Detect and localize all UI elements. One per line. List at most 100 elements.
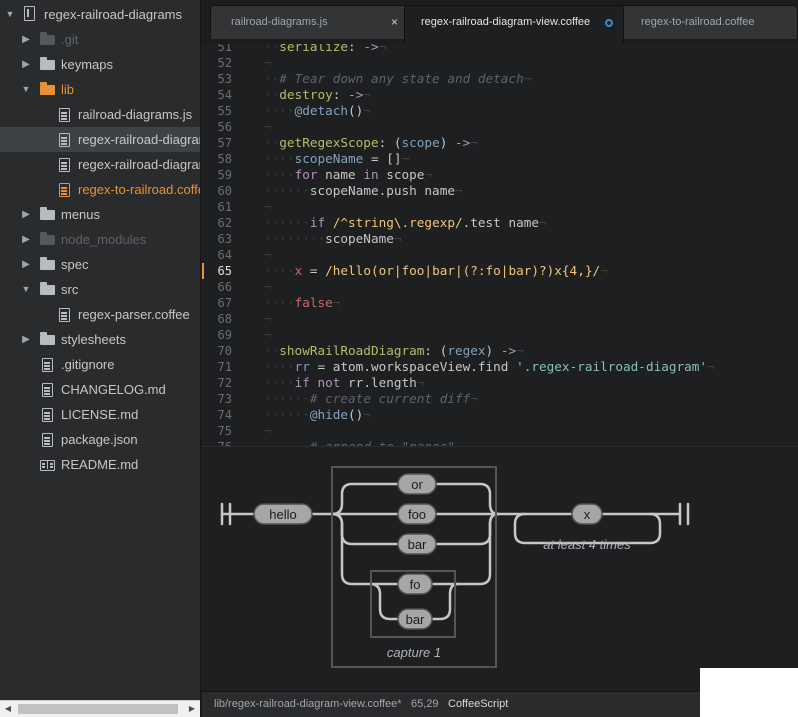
line-number[interactable]: 73 xyxy=(202,391,232,407)
tree-folder[interactable]: ▶ stylesheets xyxy=(0,327,200,352)
chevron-right-icon[interactable]: ▶ xyxy=(20,202,32,227)
status-grammar[interactable]: CoffeeScript xyxy=(448,692,508,717)
code-token: ······ xyxy=(264,183,310,198)
line-number[interactable]: 66 xyxy=(202,279,232,295)
code-line[interactable]: ········scopeName¬ xyxy=(264,231,402,247)
tab-regex-railroad-diagram-view-coffee[interactable]: regex-railroad-diagram-view.coffee xyxy=(404,5,624,44)
chevron-right-icon[interactable]: ▶ xyxy=(20,52,32,77)
file-icon xyxy=(40,407,56,423)
file-icon xyxy=(40,382,56,398)
code-line[interactable]: ····rr = atom.workspaceView.find '.regex… xyxy=(264,359,715,375)
line-number[interactable]: 75 xyxy=(202,423,232,439)
code-line[interactable]: ······# append to "panes"¬ xyxy=(264,439,463,446)
chevron-right-icon[interactable]: ▶ xyxy=(20,327,32,352)
line-number[interactable]: 55 xyxy=(202,103,232,119)
code-line[interactable]: ¬ xyxy=(264,327,272,343)
tree-file[interactable]: .gitignore xyxy=(0,352,200,377)
line-number[interactable]: 74 xyxy=(202,407,232,423)
line-number[interactable]: 64 xyxy=(202,247,232,263)
tree-folder[interactable]: ▶ node_modules xyxy=(0,227,200,252)
tree-file[interactable]: LICENSE.md xyxy=(0,402,200,427)
code-line[interactable]: ··# Tear down any state and detach¬ xyxy=(264,71,531,87)
close-icon[interactable]: × xyxy=(391,6,398,39)
tree-file[interactable]: regex-railroad-diagram-view.coffee xyxy=(0,127,200,152)
folder-icon xyxy=(40,207,56,223)
line-number[interactable]: 59 xyxy=(202,167,232,183)
line-number[interactable]: 56 xyxy=(202,119,232,135)
tree-folder[interactable]: ▶ spec xyxy=(0,252,200,277)
code-line[interactable]: ····scopeName = []¬ xyxy=(264,151,409,167)
code-token: ¬ xyxy=(424,167,433,182)
scroll-right-arrow-icon[interactable]: ▶ xyxy=(184,701,200,717)
line-number[interactable]: 76 xyxy=(202,439,232,446)
code-line[interactable]: ··getRegexScope: (scope) ->¬ xyxy=(264,135,478,151)
scrollbar-thumb[interactable] xyxy=(18,704,178,714)
line-number[interactable]: 58 xyxy=(202,151,232,167)
line-number[interactable]: 52 xyxy=(202,55,232,71)
code-line[interactable]: ····for name in scope¬ xyxy=(264,167,432,183)
line-number[interactable]: 62 xyxy=(202,215,232,231)
line-number[interactable]: 69 xyxy=(202,327,232,343)
tab-railroad-diagrams-js[interactable]: railroad-diagrams.js × xyxy=(210,5,408,39)
text-editor[interactable]: 51 52 53 54 55 56 57 58 59 60 61 62 63 64 65 66 67 68 69 70… xyxy=(202,44,798,446)
code-line[interactable]: ¬ xyxy=(264,423,272,439)
line-number[interactable]: 57 xyxy=(202,135,232,151)
node-hello-label: hello xyxy=(269,507,296,522)
tree-file[interactable]: railroad-diagrams.js xyxy=(0,102,200,127)
tree-file[interactable]: regex-parser.coffee xyxy=(0,302,200,327)
scroll-left-arrow-icon[interactable]: ◀ xyxy=(0,701,16,717)
code-line[interactable]: ······scopeName.push name¬ xyxy=(264,183,463,199)
line-number[interactable]: 71 xyxy=(202,359,232,375)
tree-folder[interactable]: ▶ keymaps xyxy=(0,52,200,77)
code-token: ¬ xyxy=(707,359,715,374)
tree-file[interactable]: package.json xyxy=(0,427,200,452)
line-number[interactable]: 54 xyxy=(202,87,232,103)
code-line[interactable]: ······if /^string\.regexp/.test name¬ xyxy=(264,215,547,231)
code-line[interactable]: ····@detach()¬ xyxy=(264,103,371,119)
line-number[interactable]: 53 xyxy=(202,71,232,87)
line-number[interactable]: 63 xyxy=(202,231,232,247)
line-number[interactable]: 65 xyxy=(202,263,232,279)
code-line[interactable]: ··destroy: ->¬ xyxy=(264,87,371,103)
status-cursor-position[interactable]: 65,29 xyxy=(411,692,439,717)
tree-file[interactable]: regex-railroad-diagrams.coffee xyxy=(0,152,200,177)
chevron-right-icon[interactable]: ▶ xyxy=(20,252,32,277)
code-line[interactable]: ¬ xyxy=(264,247,272,263)
line-number[interactable]: 60 xyxy=(202,183,232,199)
code-line[interactable]: ¬ xyxy=(264,311,272,327)
line-number[interactable]: 70 xyxy=(202,343,232,359)
tree-folder[interactable]: ▶ menus xyxy=(0,202,200,227)
line-number[interactable]: 51 xyxy=(202,44,232,55)
line-number[interactable]: 67 xyxy=(202,295,232,311)
modified-indicator-icon[interactable] xyxy=(605,19,613,27)
tree-folder[interactable]: ▼ src xyxy=(0,277,200,302)
code-line[interactable]: ··serialize: ->¬ xyxy=(264,44,386,55)
chevron-down-icon[interactable]: ▼ xyxy=(20,77,32,102)
code-line[interactable]: ····if not rr.length¬ xyxy=(264,375,424,391)
code-line[interactable]: ¬ xyxy=(264,199,272,215)
line-number[interactable]: 68 xyxy=(202,311,232,327)
code-line[interactable]: ······# create current diff¬ xyxy=(264,391,478,407)
chevron-right-icon[interactable]: ▶ xyxy=(20,227,32,252)
code-line[interactable]: ··showRailRoadDiagram: (regex) ->¬ xyxy=(264,343,524,359)
code-line[interactable]: ¬ xyxy=(264,119,272,135)
code-line[interactable]: ······@hide()¬ xyxy=(264,407,371,423)
tree-file[interactable]: README.md xyxy=(0,452,200,477)
code-line[interactable]: ¬ xyxy=(264,279,272,295)
chevron-right-icon[interactable]: ▶ xyxy=(20,27,32,52)
code-line[interactable]: ····x = /hello(or|foo|bar|(?:fo|bar)?)x{… xyxy=(264,263,608,279)
tree-root-project[interactable]: ▼ regex-railroad-diagrams xyxy=(0,2,200,27)
status-file-path[interactable]: lib/regex-railroad-diagram-view.coffee* xyxy=(214,692,402,717)
code-line[interactable]: ¬ xyxy=(264,55,272,71)
line-number[interactable]: 61 xyxy=(202,199,232,215)
chevron-down-icon[interactable]: ▼ xyxy=(20,277,32,302)
tree-file[interactable]: regex-to-railroad.coffee xyxy=(0,177,200,202)
chevron-down-icon[interactable]: ▼ xyxy=(4,2,16,27)
tree-folder[interactable]: ▼ lib xyxy=(0,77,200,102)
tree-file[interactable]: CHANGELOG.md xyxy=(0,377,200,402)
tree-folder[interactable]: ▶ .git xyxy=(0,27,200,52)
code-line[interactable]: ····false¬ xyxy=(264,295,340,311)
line-number[interactable]: 72 xyxy=(202,375,232,391)
tree-horizontal-scrollbar[interactable]: ◀ ▶ xyxy=(0,700,200,717)
tab-regex-to-railroad-coffee[interactable]: regex-to-railroad.coffee xyxy=(620,5,798,39)
